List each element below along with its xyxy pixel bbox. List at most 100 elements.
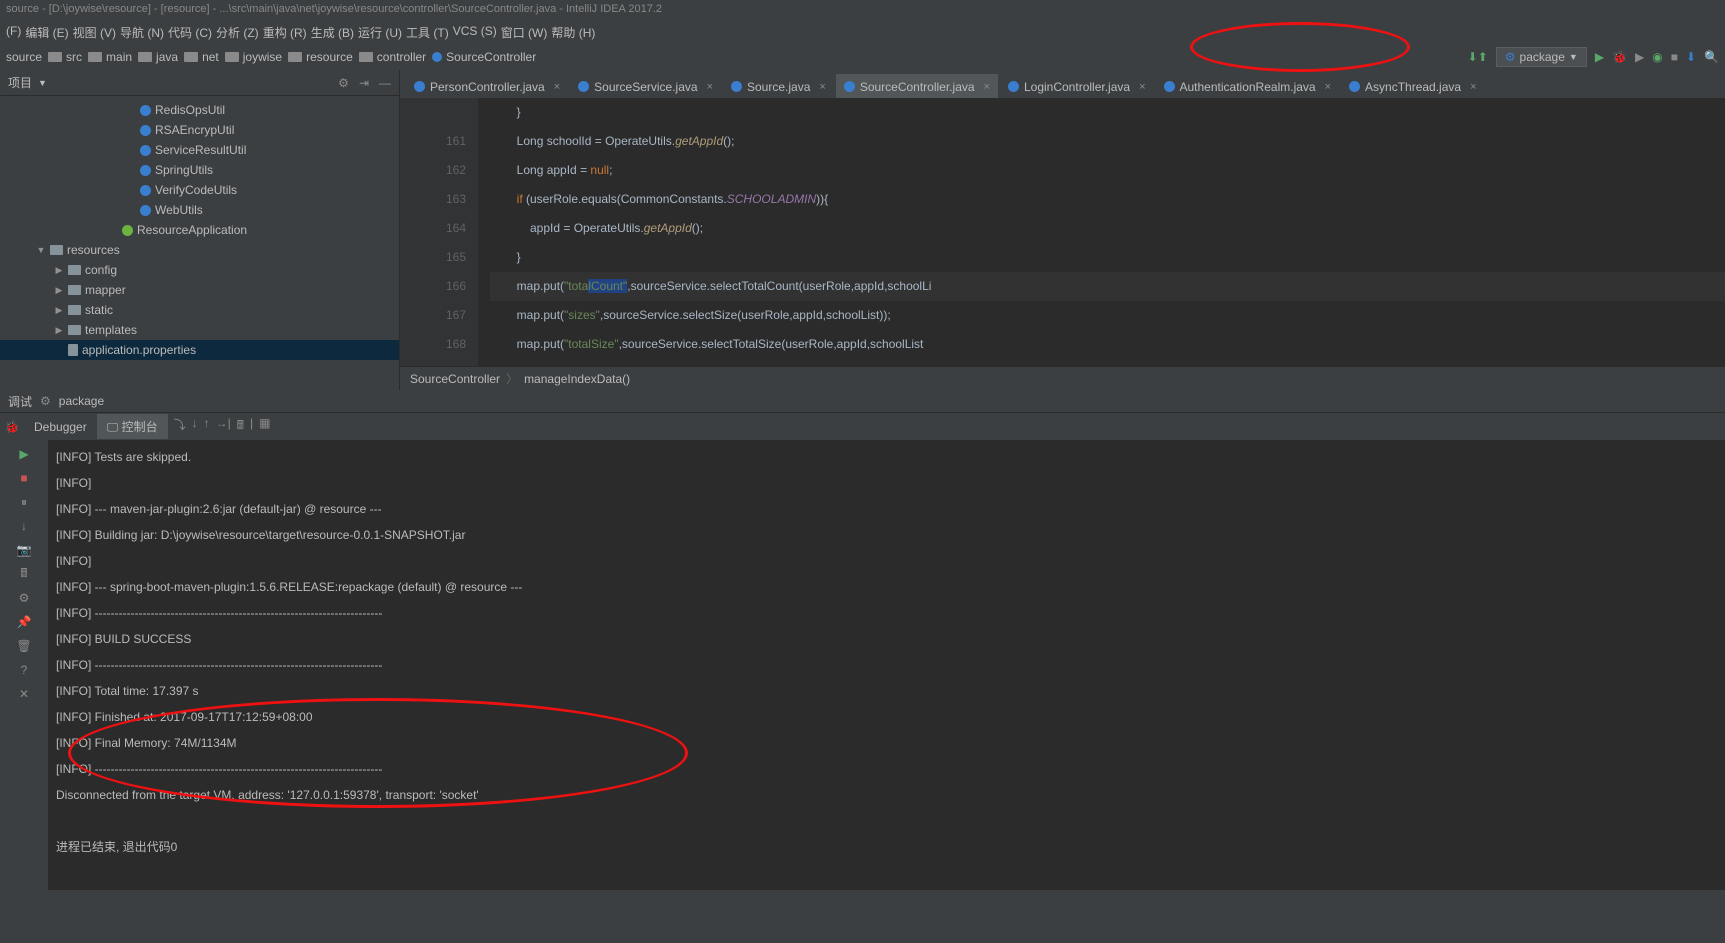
close-icon[interactable]: ×	[1325, 81, 1331, 93]
step-over-icon[interactable]: ⤵	[174, 416, 186, 437]
debugger-tab[interactable]: Debugger	[24, 416, 97, 438]
crumb-class[interactable]: SourceController	[410, 372, 500, 386]
gear-icon[interactable]: ⚙	[338, 76, 349, 90]
tree-row[interactable]: RSAEncrypUtil	[0, 120, 399, 140]
tab-label: SourceController.java	[860, 80, 975, 94]
tree-row[interactable]: ResourceApplication	[0, 220, 399, 240]
crumb[interactable]: src	[48, 50, 82, 64]
menu-code[interactable]: 代码 (C)	[168, 24, 212, 42]
console-tab[interactable]: 🖵 控制台	[97, 414, 168, 439]
crumb[interactable]: java	[138, 50, 178, 64]
menu-refactor[interactable]: 重构 (R)	[263, 24, 307, 42]
close-icon[interactable]: ×	[819, 81, 825, 93]
console-output[interactable]: [INFO] Tests are skipped.[INFO][INFO] --…	[48, 440, 1725, 890]
tree-row[interactable]: ▼resources	[0, 240, 399, 260]
fold-icon	[68, 305, 81, 315]
camera-icon[interactable]: 📷	[16, 542, 32, 558]
close-icon[interactable]: ✕	[16, 686, 32, 702]
package-label[interactable]: package	[59, 394, 104, 408]
close-icon[interactable]: ×	[554, 81, 560, 93]
menu-vcs[interactable]: VCS (S)	[453, 24, 497, 42]
tree-row[interactable]: RedisOpsUtil	[0, 100, 399, 120]
tree-row[interactable]: ServiceResultUtil	[0, 140, 399, 160]
collapse-icon[interactable]: ⇥	[359, 76, 369, 90]
tree-row[interactable]: ▶config	[0, 260, 399, 280]
menu-view[interactable]: 视图 (V)	[73, 24, 116, 42]
menu-window[interactable]: 窗口 (W)	[501, 24, 548, 42]
coverage-icon[interactable]: ▶	[1635, 50, 1644, 64]
stop-icon[interactable]: ■	[1671, 50, 1678, 64]
close-icon[interactable]: ×	[984, 81, 990, 93]
menu-analyze[interactable]: 分析 (Z)	[216, 24, 259, 42]
tree-row[interactable]: ▶static	[0, 300, 399, 320]
pin-icon[interactable]: 📌	[16, 614, 32, 630]
editor-tab[interactable]: AuthenticationRealm.java×	[1156, 74, 1340, 98]
evaluate-icon[interactable]: 🖩	[237, 416, 244, 437]
crumb[interactable]: main	[88, 50, 132, 64]
crumb[interactable]: SourceController	[432, 50, 536, 64]
tree-twistie-icon[interactable]: ▶	[54, 285, 64, 296]
make-icon[interactable]: ⬇⬆	[1468, 50, 1488, 64]
tree-twistie-icon[interactable]: ▶	[54, 305, 64, 316]
tree-row[interactable]: ▶templates	[0, 320, 399, 340]
tree-twistie-icon[interactable]: ▶	[54, 325, 64, 336]
tree-row[interactable]: VerifyCodeUtils	[0, 180, 399, 200]
editor-tab[interactable]: PersonController.java×	[406, 74, 568, 98]
settings-icon[interactable]: ⚙	[16, 590, 32, 606]
menu-help[interactable]: 帮助 (H)	[551, 24, 595, 42]
tree-row[interactable]: WebUtils	[0, 200, 399, 220]
editor-tab[interactable]: AsyncThread.java×	[1341, 74, 1484, 98]
down-arrow-icon[interactable]: ↓	[16, 518, 32, 534]
crumb[interactable]: resource	[288, 50, 353, 64]
tree-twistie-icon[interactable]: ▶	[54, 265, 64, 276]
crumb[interactable]: controller	[359, 50, 426, 64]
tree-row[interactable]: ▶mapper	[0, 280, 399, 300]
code-editor[interactable]: 161162163164165166167168 } Long schoolId…	[400, 98, 1725, 366]
menu-tools[interactable]: 工具 (T)	[406, 24, 449, 42]
menu-build[interactable]: 生成 (B)	[311, 24, 354, 42]
close-icon[interactable]: ×	[1470, 81, 1476, 93]
code-content[interactable]: } Long schoolId = OperateUtils.getAppId(…	[478, 98, 1725, 366]
calc-icon[interactable]: 🖩	[16, 566, 32, 582]
editor-tab[interactable]: SourceController.java ×	[836, 74, 998, 98]
hide-icon[interactable]: —	[379, 76, 391, 90]
close-icon[interactable]: ×	[707, 81, 713, 93]
rerun-icon[interactable]: ▶	[16, 446, 32, 462]
menu-edit[interactable]: 编辑 (E)	[25, 24, 68, 42]
menu-nav[interactable]: 导航 (N)	[120, 24, 164, 42]
class-icon	[1164, 81, 1175, 92]
help-icon[interactable]: ?	[16, 662, 32, 678]
update-icon[interactable]: ⬇	[1686, 50, 1696, 64]
editor-tab[interactable]: SourceService.java×	[570, 74, 721, 98]
close-icon[interactable]: ×	[1139, 81, 1145, 93]
step-into-icon[interactable]: ↓	[192, 416, 198, 437]
editor-tab[interactable]: Source.java×	[723, 74, 834, 98]
stop-icon[interactable]: ■	[16, 470, 32, 486]
run-icon[interactable]: ▶	[1595, 50, 1604, 64]
debug-icon[interactable]: 🐞	[1612, 50, 1627, 64]
step-out-icon[interactable]: ↑	[204, 416, 210, 437]
menu-file[interactable]: (F)	[6, 24, 21, 42]
console-panel: ▶ ■ ⏸ ↓ 📷 🖩 ⚙ 📌 🗑 ? ✕ [INFO] Tests are s…	[0, 440, 1725, 890]
project-tree[interactable]: RedisOpsUtilRSAEncrypUtilServiceResultUt…	[0, 96, 399, 364]
tree-row[interactable]: SpringUtils	[0, 160, 399, 180]
run-to-cursor-icon[interactable]: →|	[216, 416, 231, 437]
debug-label[interactable]: 调试	[8, 393, 32, 410]
menu-run[interactable]: 运行 (U)	[358, 24, 402, 42]
editor-tab[interactable]: LoginController.java×	[1000, 74, 1154, 98]
tree-row[interactable]: application.properties	[0, 340, 399, 360]
crumb-method[interactable]: manageIndexData()	[524, 372, 630, 386]
crumb[interactable]: net	[184, 50, 219, 64]
crumb[interactable]: joywise	[225, 50, 282, 64]
layout-icon[interactable]: ▦	[259, 416, 270, 437]
search-icon[interactable]: 🔍	[1704, 50, 1719, 64]
bug-icon[interactable]: 🐞	[5, 420, 20, 434]
tree-twistie-icon[interactable]: ▼	[36, 245, 46, 255]
chevron-down-icon[interactable]: ▼	[38, 78, 47, 88]
trash-icon[interactable]: 🗑	[16, 638, 32, 654]
crumb[interactable]: source	[6, 50, 42, 64]
chevron-down-icon: ▼	[1569, 52, 1578, 62]
run-config-dropdown[interactable]: ⚙ package ▼	[1496, 47, 1587, 67]
profile-icon[interactable]: ◉	[1652, 50, 1662, 64]
pause-icon[interactable]: ⏸	[16, 494, 32, 510]
